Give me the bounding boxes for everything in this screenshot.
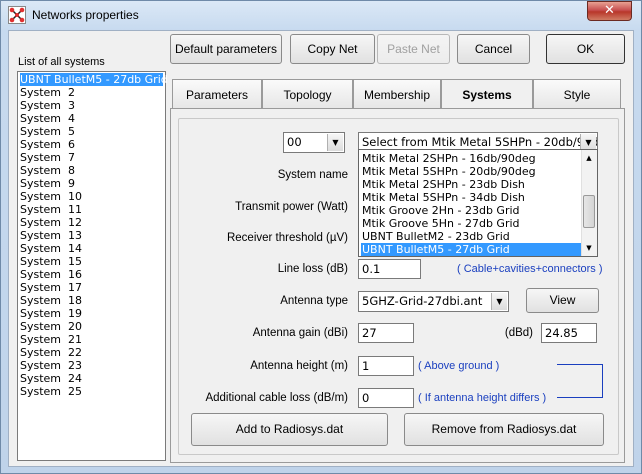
systems-list-item[interactable]: System 22 <box>20 346 82 359</box>
systems-list-item[interactable]: System 14 <box>20 242 82 255</box>
paste-net-button[interactable]: Paste Net <box>377 34 450 64</box>
title-bar[interactable]: Networks properties ✕ <box>0 0 642 30</box>
tab-parameters[interactable]: Parameters <box>172 79 262 109</box>
template-option[interactable]: UBNT BulletM5 - 27db Grid <box>361 243 586 256</box>
systems-list-item[interactable]: System 3 <box>20 99 75 112</box>
remove-from-radiosys-button[interactable]: Remove from Radiosys.dat <box>404 413 604 446</box>
systems-list-label: List of all systems <box>18 56 105 68</box>
dbd-label: (dBd) <box>504 327 533 339</box>
cable-loss-label: Additional cable loss (dB/m) <box>205 392 348 404</box>
system-template-value: Select from Mtik Metal 5SHPn - 20db/90de… <box>362 135 597 149</box>
template-option[interactable]: UBNT BulletM2 - 23db Grid <box>361 230 586 243</box>
chevron-down-icon: ▼ <box>491 293 507 310</box>
antenna-type-select[interactable]: 5GHZ-Grid-27dbi.ant ▼ <box>358 291 509 312</box>
network-app-icon <box>8 6 26 24</box>
antenna-height-input[interactable]: 1 <box>358 356 414 376</box>
antenna-type-label: Antenna type <box>280 295 348 307</box>
scroll-down-icon[interactable]: ▼ <box>582 241 596 255</box>
line-loss-hint: ( Cable+cavities+connectors ) <box>457 263 603 275</box>
default-parameters-button[interactable]: Default parameters <box>170 34 282 64</box>
systems-list-item[interactable]: System 5 <box>20 125 75 138</box>
system-name-label: System name <box>277 169 348 181</box>
systems-list-item[interactable]: System 2 <box>20 86 75 99</box>
tab-style[interactable]: Style <box>533 79 621 109</box>
line-loss-input[interactable]: 0.1 <box>358 259 421 279</box>
add-to-radiosys-button[interactable]: Add to Radiosys.dat <box>191 413 388 446</box>
tab-systems[interactable]: Systems <box>441 79 533 109</box>
copy-net-button[interactable]: Copy Net <box>290 34 375 64</box>
antenna-type-value: 5GHZ-Grid-27dbi.ant <box>362 294 483 308</box>
systems-list-item[interactable]: UBNT BulletM5 - 27db Grid <box>20 73 168 86</box>
systems-list-item[interactable]: System 16 <box>20 268 82 281</box>
systems-list-item[interactable]: System 20 <box>20 320 82 333</box>
system-number-value: 00 <box>287 135 302 149</box>
antenna-height-label: Antenna height (m) <box>250 360 348 372</box>
hint-bracket <box>557 364 603 398</box>
systems-list-item[interactable]: System 11 <box>20 203 82 216</box>
template-option[interactable]: Mtik Groove 2Hn - 23db Grid <box>361 204 586 217</box>
template-option[interactable]: Mtik Metal 2SHPn - 23db Dish <box>361 178 586 191</box>
systems-list-item[interactable]: System 18 <box>20 294 82 307</box>
chevron-down-icon: ▼ <box>327 134 343 151</box>
ok-button[interactable]: OK <box>546 34 625 64</box>
antenna-gain-label: Antenna gain (dBi) <box>252 327 348 339</box>
systems-list-item[interactable]: System 13 <box>20 229 82 242</box>
antenna-gain-input[interactable]: 27 <box>358 323 414 343</box>
template-option[interactable]: Mtik Metal 5SHPn - 34db Dish <box>361 191 586 204</box>
template-option[interactable]: Mtik Metal 2SHPn - 16db/90deg <box>361 152 586 165</box>
systems-list-item[interactable]: System 24 <box>20 372 82 385</box>
systems-list-item[interactable]: System 4 <box>20 112 75 125</box>
antenna-height-hint: ( Above ground ) <box>418 360 500 372</box>
cable-loss-input[interactable]: 0 <box>358 388 414 408</box>
tab-topology[interactable]: Topology <box>262 79 353 109</box>
systems-list-item[interactable]: System 7 <box>20 151 75 164</box>
template-option[interactable]: Mtik Groove 5Hn - 27db Grid <box>361 217 586 230</box>
tab-membership[interactable]: Membership <box>353 79 441 109</box>
cancel-button[interactable]: Cancel <box>457 34 530 64</box>
system-number-select[interactable]: 00 ▼ <box>283 132 345 153</box>
window-title: Networks properties <box>32 8 139 22</box>
systems-list-item[interactable]: System 15 <box>20 255 82 268</box>
systems-list-item[interactable]: System 23 <box>20 359 82 372</box>
systems-list-item[interactable]: System 10 <box>20 190 82 203</box>
antenna-gain-dbd-input[interactable]: 24.85 <box>541 323 597 343</box>
scroll-up-icon[interactable]: ▲ <box>582 151 596 165</box>
template-dropdown-list[interactable]: Mtik Metal 2SHPn - 16db/90deg Mtik Metal … <box>358 149 598 257</box>
systems-list-item[interactable]: System 8 <box>20 164 75 177</box>
systems-list-item[interactable]: System 17 <box>20 281 82 294</box>
systems-list-item[interactable]: System 21 <box>20 333 82 346</box>
view-antenna-button[interactable]: View <box>526 288 599 313</box>
line-loss-label: Line loss (dB) <box>277 263 348 275</box>
systems-list-item[interactable]: System 19 <box>20 307 82 320</box>
systems-list-item[interactable]: System 12 <box>20 216 82 229</box>
systems-listbox[interactable]: UBNT BulletM5 - 27db Grid System 2 System … <box>17 71 168 461</box>
cable-loss-hint: ( If antenna height differs ) <box>418 392 547 404</box>
close-button[interactable]: ✕ <box>587 1 632 21</box>
systems-list-item[interactable]: System 6 <box>20 138 75 151</box>
systems-list-item[interactable]: System 9 <box>20 177 75 190</box>
receiver-threshold-label: Receiver threshold (µV) <box>226 232 348 244</box>
transmit-power-label: Transmit power (Watt) <box>235 201 348 213</box>
systems-list-item[interactable]: System 25 <box>20 385 82 398</box>
template-option[interactable]: Mtik Metal 5SHPn - 20db/90deg <box>361 165 586 178</box>
scroll-thumb[interactable] <box>583 195 595 228</box>
